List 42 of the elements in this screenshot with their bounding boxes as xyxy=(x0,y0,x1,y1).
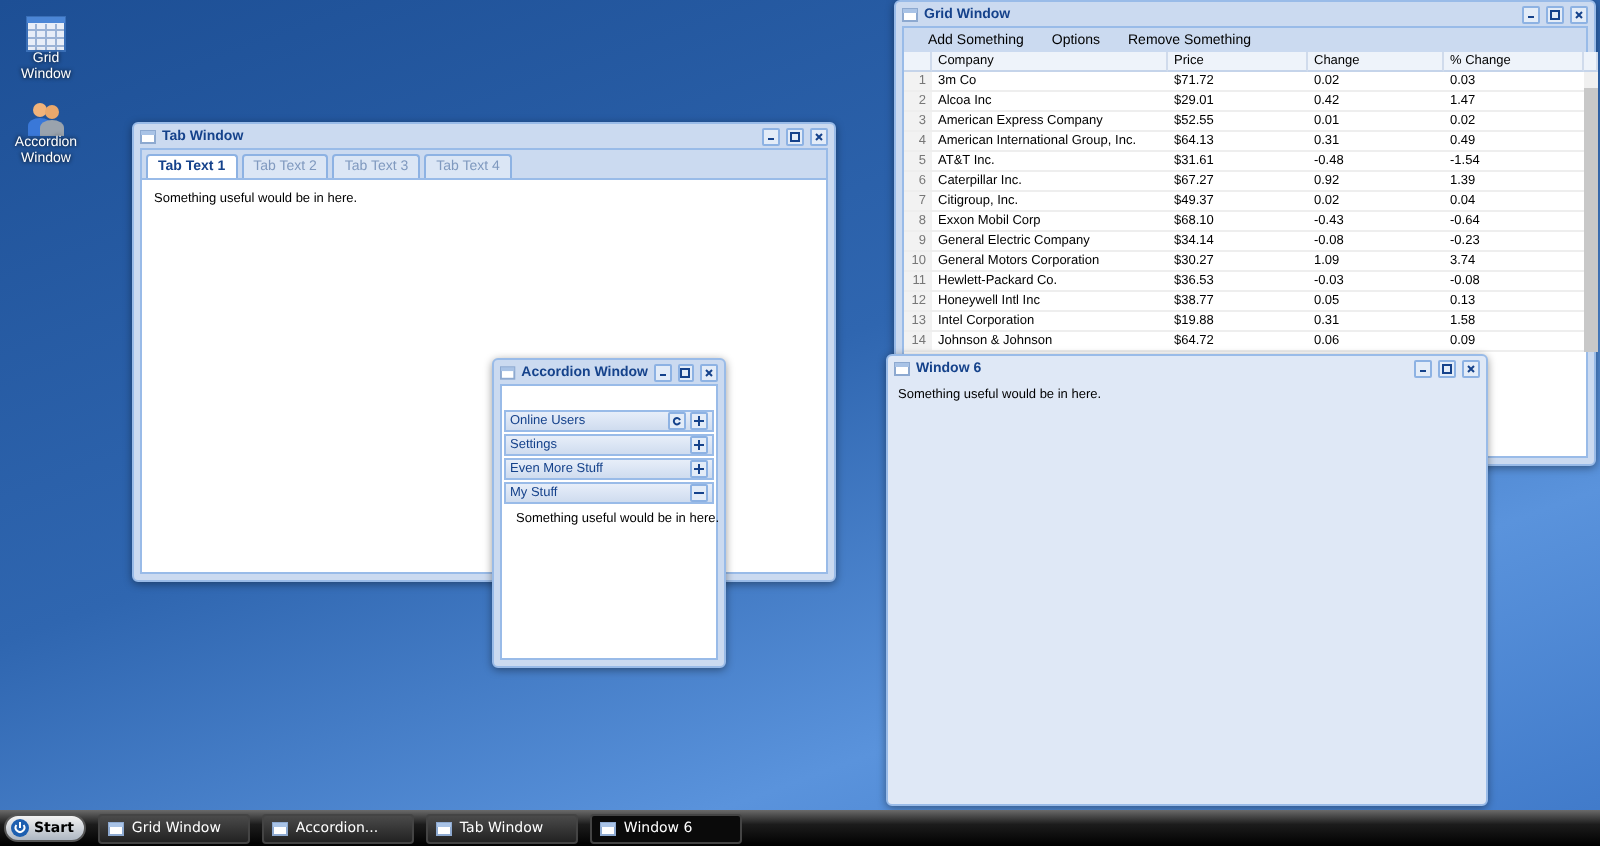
window-icon xyxy=(435,821,452,835)
window-icon xyxy=(271,821,288,835)
window-icon xyxy=(902,7,918,21)
minimize-button[interactable] xyxy=(762,127,780,145)
refresh-icon xyxy=(672,416,682,426)
close-button[interactable] xyxy=(810,127,828,145)
close-button[interactable] xyxy=(1462,359,1480,377)
expand-button[interactable] xyxy=(690,412,708,430)
maximize-button[interactable] xyxy=(677,363,695,381)
refresh-button[interactable] xyxy=(668,412,686,430)
window-icon xyxy=(140,129,156,143)
minimize-button[interactable] xyxy=(1414,359,1432,377)
maximize-icon xyxy=(1442,363,1452,373)
maximize-icon xyxy=(1550,9,1560,19)
expand-button[interactable] xyxy=(690,460,708,478)
window-icon xyxy=(107,821,124,835)
close-icon xyxy=(1466,363,1476,373)
close-icon xyxy=(704,367,715,377)
minimize-button[interactable] xyxy=(1522,5,1540,23)
maximize-button[interactable] xyxy=(1438,359,1456,377)
plus-icon xyxy=(694,464,704,474)
window-icon xyxy=(500,365,516,379)
maximize-button[interactable] xyxy=(786,127,804,145)
power-icon xyxy=(10,818,30,838)
plus-icon xyxy=(694,440,704,450)
maximize-icon xyxy=(680,367,691,377)
window-icon xyxy=(894,361,910,375)
plus-icon xyxy=(694,416,704,426)
expand-button[interactable] xyxy=(690,436,708,454)
minimize-button[interactable] xyxy=(653,363,672,381)
close-button[interactable] xyxy=(700,363,718,381)
maximize-icon xyxy=(790,131,800,141)
window-icon xyxy=(599,821,616,835)
close-icon xyxy=(1574,9,1584,19)
close-button[interactable] xyxy=(1570,5,1588,23)
minus-icon xyxy=(694,488,704,498)
collapse-button[interactable] xyxy=(690,484,708,502)
grid-icon[interactable] xyxy=(26,16,66,52)
maximize-button[interactable] xyxy=(1546,5,1564,23)
people-icon[interactable] xyxy=(26,100,66,137)
scrollbar[interactable] xyxy=(1584,72,1598,352)
close-icon xyxy=(814,131,824,141)
